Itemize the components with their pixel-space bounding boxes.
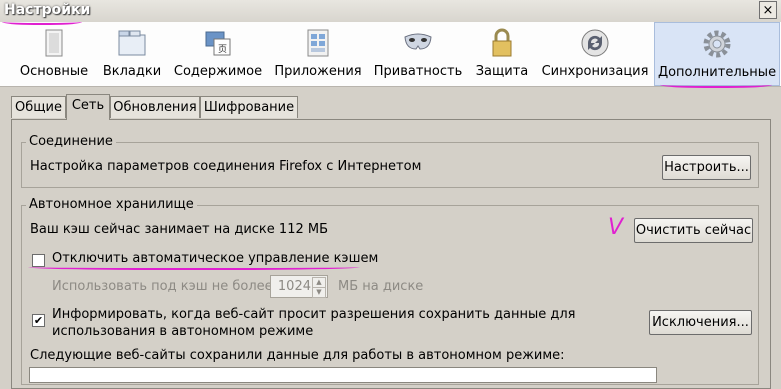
connection-description: Настройка параметров соединения Firefox … [30, 159, 422, 174]
window-title: Настройки [4, 2, 91, 18]
toolbar-item-advanced[interactable]: Дополнительные [654, 22, 780, 86]
sync-icon [581, 29, 609, 57]
close-button[interactable]: × [759, 1, 777, 19]
exceptions-button[interactable]: Исключения... [649, 310, 752, 335]
override-underline-annotation [28, 263, 360, 270]
applications-icon [307, 29, 329, 57]
cache-limit-label: Использовать под кэш не более [52, 279, 273, 294]
notify-offline-label-line2[interactable]: использования в автономном режиме [52, 324, 313, 339]
cache-limit-value: 1024 [277, 279, 311, 294]
toolbar-label: Содержимое [173, 64, 263, 79]
toolbar-item-applications[interactable]: Приложения [272, 22, 364, 86]
toolbar-item-security[interactable]: Защита [472, 22, 532, 86]
svg-text:页: 页 [218, 44, 227, 55]
toolbar-item-tabs[interactable]: Вкладки [97, 22, 167, 86]
tabs-icon [118, 30, 146, 56]
offline-sites-label: Следующие веб-сайты сохранили данные для… [30, 348, 565, 363]
window-icon [45, 29, 63, 57]
connection-settings-button[interactable]: Настроить... [662, 155, 751, 180]
cache-usage-text: Ваш кэш сейчас занимает на диске 112 МБ [30, 222, 328, 237]
toolbar-label: Синхронизация [541, 64, 649, 79]
tab-general[interactable]: Общие [11, 96, 66, 118]
tab-updates[interactable]: Обновления [110, 96, 200, 118]
clear-cache-button[interactable]: Очистить сейчас [634, 218, 753, 243]
toolbar-item-privacy[interactable]: Приватность [372, 22, 464, 86]
toolbar-label: Основные [19, 64, 89, 79]
toolbar-item-sync[interactable]: Синхронизация [540, 22, 650, 86]
connection-legend: Соединение [26, 134, 116, 149]
notify-offline-checkbox[interactable]: ✔ [32, 314, 45, 327]
spin-down-icon[interactable]: ▼ [312, 287, 326, 298]
content-icon: 页 [205, 31, 231, 56]
cache-limit-spinbox[interactable]: 1024 ▲ ▼ [270, 275, 328, 298]
cache-limit-unit: МБ на диске [338, 279, 424, 294]
gear-icon [703, 30, 731, 58]
lock-icon [492, 28, 512, 57]
toolbar-label: Вкладки [102, 64, 162, 79]
preferences-toolbar: Основные Вкладки 页 Содержимое Приложения [0, 22, 781, 87]
title-underline-annotation [2, 17, 82, 25]
toolbar-label: Защита [475, 64, 529, 79]
toolbar-label: Приложения [274, 64, 362, 79]
toolbar-item-general[interactable]: Основные [14, 22, 94, 86]
toolbar-label: Дополнительные [657, 65, 777, 80]
advanced-underline-annotation [660, 80, 772, 88]
handwritten-check-mark: V [608, 215, 624, 240]
offline-sites-list[interactable] [29, 367, 657, 383]
tab-encryption[interactable]: Шифрование [200, 96, 298, 118]
tab-network[interactable]: Сеть [66, 94, 110, 120]
toolbar-label: Приватность [373, 64, 463, 79]
notify-offline-label-line1[interactable]: Информировать, когда веб-сайт просит раз… [52, 307, 575, 322]
title-bar [0, 0, 781, 22]
privacy-mask-icon [404, 33, 432, 50]
toolbar-item-content[interactable]: 页 Содержимое [172, 22, 264, 86]
offline-storage-legend: Автономное хранилище [26, 197, 197, 212]
